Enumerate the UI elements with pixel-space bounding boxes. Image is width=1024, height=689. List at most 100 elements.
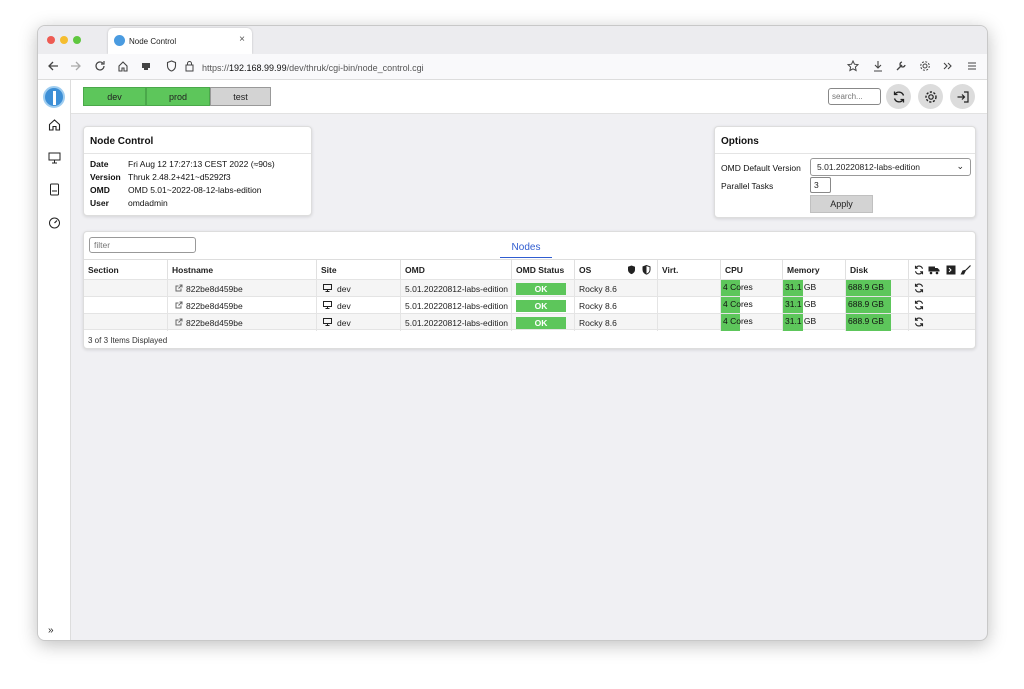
column-header-virt[interactable]: Virt. — [658, 260, 721, 279]
table-row[interactable]: 822be8d459be dev 5.01.20220812-labs-edit… — [84, 296, 975, 314]
user-value: omdadmin — [128, 198, 168, 208]
disk-cell: 688.9 GB — [846, 280, 909, 297]
column-header-site[interactable]: Site — [317, 260, 401, 279]
refresh-all-icon[interactable] — [914, 265, 924, 277]
nodes-panel: Nodes Section Hostname Site OMD OMD Stat… — [83, 231, 976, 349]
bookmark-star-icon[interactable] — [846, 59, 860, 73]
virt-cell — [658, 280, 721, 297]
hostname-cell[interactable]: 822be8d459be — [168, 314, 317, 331]
memory-cell: 31.1 GB — [783, 297, 846, 314]
site-cell: dev — [317, 297, 401, 314]
reload-icon[interactable] — [93, 59, 107, 73]
column-header-disk[interactable]: Disk — [846, 260, 909, 279]
hostname-cell[interactable]: 822be8d459be — [168, 297, 317, 314]
filter-input[interactable] — [89, 237, 196, 253]
home-icon[interactable] — [47, 117, 61, 131]
column-header-section[interactable]: Section — [84, 260, 168, 279]
back-arrow-icon[interactable] — [46, 59, 60, 73]
lock-icon[interactable] — [182, 59, 196, 73]
date-value: Fri Aug 12 17:27:13 CEST 2022 (≈90s) — [128, 159, 275, 169]
monitor-icon[interactable] — [47, 150, 61, 164]
tab-nodes[interactable]: Nodes — [500, 237, 552, 258]
truck-icon[interactable] — [928, 265, 940, 277]
forward-arrow-icon[interactable] — [69, 59, 83, 73]
terminal-icon[interactable] — [946, 265, 956, 277]
refresh-node-icon[interactable] — [914, 283, 924, 295]
overflow-chevrons-icon[interactable] — [941, 59, 955, 73]
column-header-omd-status[interactable]: OMD Status — [512, 260, 575, 279]
navigation-bar: https://192.168.99.99/dev/thruk/cgi-bin/… — [38, 54, 987, 80]
download-icon[interactable] — [871, 59, 885, 73]
omd-status-cell: OK — [512, 297, 575, 314]
site-button-prod[interactable]: prod — [146, 87, 210, 106]
options-title: Options — [721, 136, 759, 147]
dashboard-gauge-icon[interactable] — [47, 215, 61, 229]
column-header-cpu[interactable]: CPU — [721, 260, 783, 279]
parallel-tasks-label: Parallel Tasks — [721, 181, 774, 191]
thruk-app: » dev prod test Node Control Date Fri Au… — [38, 80, 987, 640]
refresh-node-icon[interactable] — [914, 317, 924, 329]
site-button-test[interactable]: test — [210, 87, 271, 106]
thruk-logo-icon[interactable] — [43, 86, 65, 108]
tab-close-icon[interactable]: × — [239, 35, 245, 45]
close-window-button[interactable] — [47, 36, 55, 44]
hostname-cell[interactable]: 822be8d459be — [168, 280, 317, 297]
settings-gear-icon[interactable] — [918, 59, 932, 73]
node-control-title: Node Control — [90, 136, 154, 147]
sidebar: » — [38, 80, 71, 640]
minimize-window-button[interactable] — [60, 36, 68, 44]
omd-status-cell: OK — [512, 314, 575, 331]
shield-half-icon[interactable] — [642, 264, 651, 277]
site-cell: dev — [317, 280, 401, 297]
actions-cell — [909, 297, 975, 314]
monitor-icon — [323, 317, 332, 328]
version-value: Thruk 2.48.2+421~d5292f3 — [128, 172, 231, 182]
home-icon[interactable] — [116, 59, 130, 73]
section-cell — [84, 297, 168, 314]
disk-cell: 688.9 GB — [846, 314, 909, 331]
broom-icon[interactable] — [960, 265, 971, 277]
column-header-hostname[interactable]: Hostname — [168, 260, 317, 279]
browser-tab[interactable]: Node Control × — [108, 28, 252, 54]
refresh-button[interactable] — [886, 84, 911, 109]
memory-cell: 31.1 GB — [783, 280, 846, 297]
search-input[interactable] — [828, 88, 881, 105]
column-header-memory[interactable]: Memory — [783, 260, 846, 279]
table-row[interactable]: 822be8d459be dev 5.01.20220812-labs-edit… — [84, 313, 975, 331]
monitor-icon — [323, 283, 332, 294]
site-button-dev[interactable]: dev — [83, 87, 146, 106]
tab-strip: Node Control × — [38, 26, 987, 54]
column-header-omd[interactable]: OMD — [401, 260, 512, 279]
apply-button[interactable]: Apply — [810, 195, 873, 213]
column-header-os[interactable]: OS — [575, 260, 658, 279]
report-book-icon[interactable] — [47, 182, 61, 196]
column-header-actions — [909, 260, 975, 279]
parallel-tasks-input[interactable]: 3 — [810, 177, 831, 193]
hamburger-menu-icon[interactable] — [965, 59, 979, 73]
omd-default-version-select[interactable]: 5.01.20220812-labs-edition ⌄ — [810, 158, 971, 176]
wrench-icon[interactable] — [894, 59, 908, 73]
maximize-window-button[interactable] — [73, 36, 81, 44]
status-badge: OK — [516, 299, 566, 312]
thruk-favicon-icon — [114, 35, 125, 46]
shield-icon[interactable] — [164, 59, 178, 73]
external-link-icon — [175, 318, 183, 328]
logout-button[interactable] — [950, 84, 975, 109]
os-cell: Rocky 8.6 — [575, 314, 658, 331]
section-cell — [84, 280, 168, 297]
section-cell — [84, 314, 168, 331]
omd-version-cell: 5.01.20220812-labs-edition — [401, 314, 512, 331]
gear-icon — [924, 90, 937, 103]
virt-cell — [658, 297, 721, 314]
user-label: User — [90, 198, 109, 208]
url-text[interactable]: https://192.168.99.99/dev/thruk/cgi-bin/… — [202, 63, 424, 73]
refresh-node-icon[interactable] — [914, 300, 924, 312]
expand-sidebar-icon[interactable]: » — [48, 625, 54, 636]
table-row[interactable]: 822be8d459be dev 5.01.20220812-labs-edit… — [84, 279, 975, 297]
preferences-button[interactable] — [918, 84, 943, 109]
shield-filled-icon[interactable] — [627, 265, 636, 277]
status-badge: OK — [516, 316, 566, 329]
status-badge: OK — [516, 282, 566, 295]
url-bar[interactable]: https://192.168.99.99/dev/thruk/cgi-bin/… — [138, 57, 858, 77]
browser-window: Node Control × https://192.168.99.99/dev… — [37, 25, 988, 641]
